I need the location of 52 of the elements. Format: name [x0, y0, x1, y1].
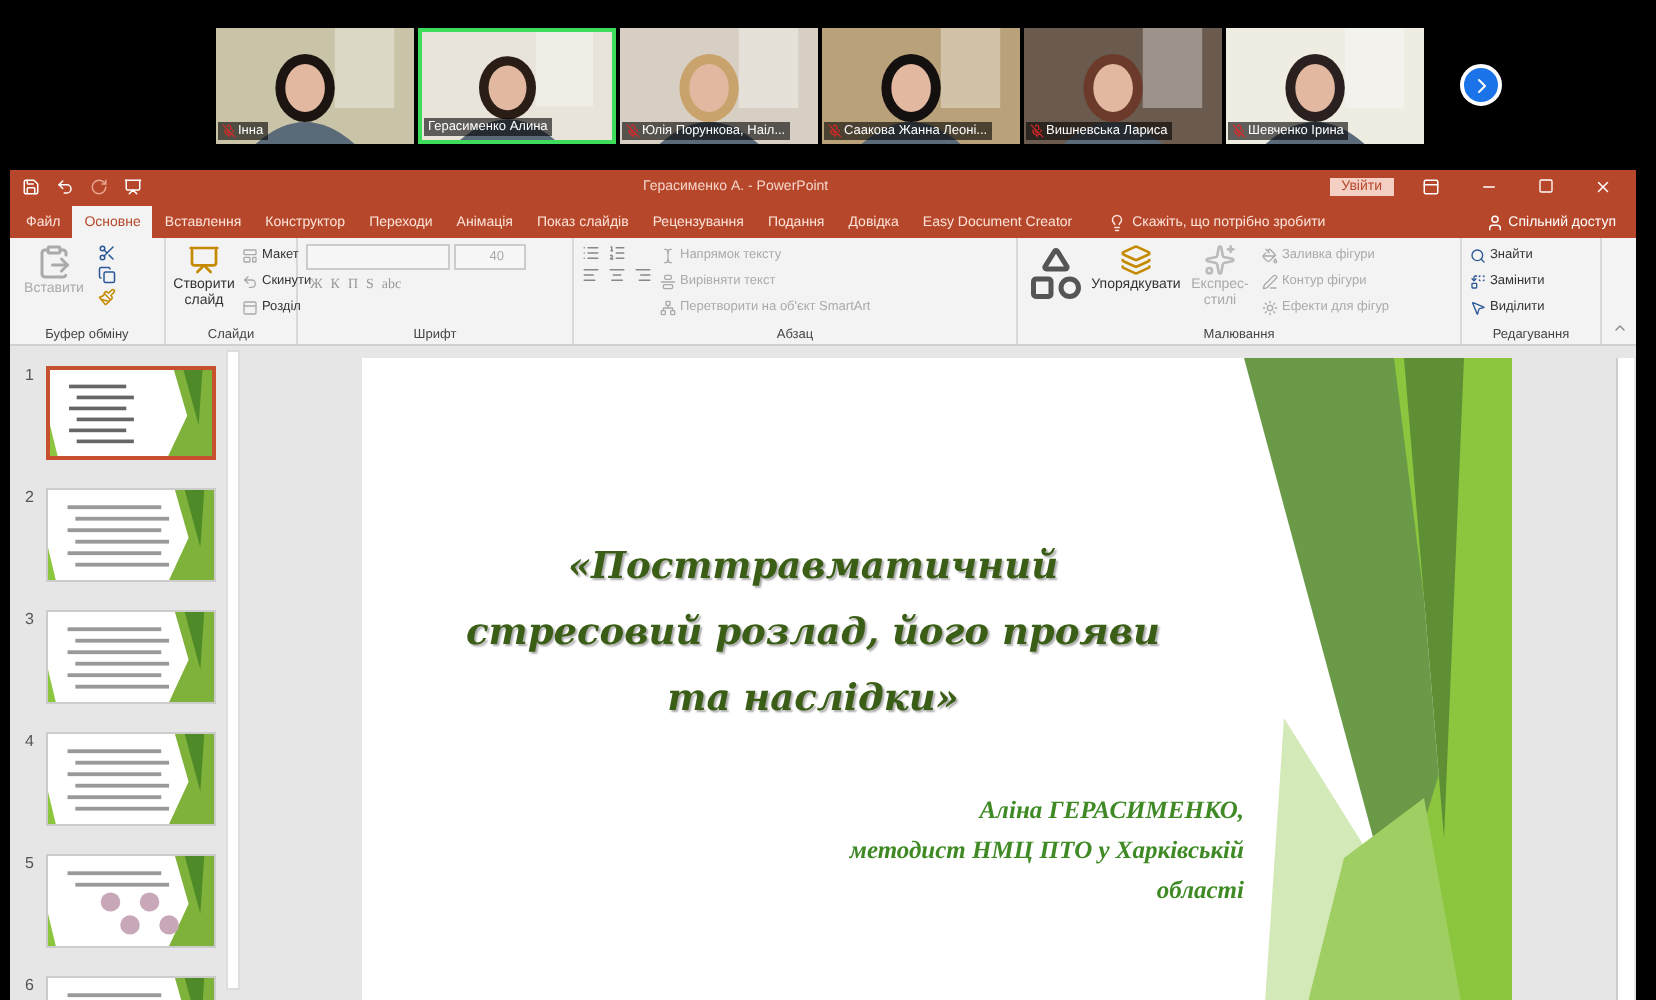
- quick-styles-icon: [1204, 244, 1236, 276]
- smartart-icon: [660, 299, 676, 315]
- slide-number: 1: [23, 366, 34, 384]
- pointer-icon: [1470, 299, 1486, 315]
- slide-number: 2: [23, 488, 34, 506]
- save-icon[interactable]: [22, 177, 40, 195]
- align-text-icon: [660, 273, 676, 289]
- slide-title: «Посттравматичний: [567, 544, 1059, 592]
- align-right-icon[interactable]: [634, 266, 652, 284]
- next-page-button[interactable]: [1460, 64, 1502, 106]
- pen-icon: [1262, 273, 1278, 289]
- slide-thumbnail[interactable]: [46, 488, 216, 582]
- author-text: методист НМЦ ПТО у Харківській: [849, 834, 1244, 866]
- slideshow-icon[interactable]: [124, 177, 142, 195]
- shapes-gallery-icon[interactable]: [1026, 244, 1086, 304]
- redo-icon[interactable]: [90, 177, 108, 195]
- reset-icon: [242, 273, 258, 289]
- author-text: Аліна ГЕРАСИМЕНКО,: [979, 794, 1244, 826]
- lightbulb-icon: [1108, 213, 1127, 231]
- replace-icon: [1470, 273, 1486, 289]
- font-name-field[interactable]: [306, 244, 450, 270]
- person-icon: [1486, 213, 1505, 231]
- slide-thumbnail[interactable]: [46, 610, 216, 704]
- layout-icon: [242, 247, 258, 263]
- align-center-icon[interactable]: [608, 266, 626, 284]
- search-icon: [1470, 247, 1486, 263]
- collapse-ribbon-icon[interactable]: [1612, 320, 1628, 336]
- slide-thumbnail[interactable]: [46, 732, 216, 826]
- numbering-icon[interactable]: [608, 244, 626, 262]
- slide-number: 3: [23, 610, 34, 628]
- undo-icon[interactable]: [56, 177, 74, 195]
- paste-icon: [36, 244, 72, 280]
- section-icon: [242, 299, 258, 315]
- scrollbar[interactable]: [226, 350, 240, 990]
- cut-icon[interactable]: [98, 244, 116, 262]
- slide-title: стресовий розлад, його прояви: [465, 610, 1161, 658]
- format-painter-icon[interactable]: [98, 288, 116, 306]
- bullets-icon[interactable]: [582, 244, 600, 262]
- slide-number: 4: [23, 732, 34, 750]
- arrange-icon: [1120, 244, 1152, 276]
- copy-icon[interactable]: [98, 266, 116, 284]
- slide-thumbnail[interactable]: [46, 854, 216, 948]
- scrollbar[interactable]: [1616, 358, 1634, 1000]
- new-slide-icon: [188, 244, 220, 276]
- fill-bucket-icon: [1262, 247, 1278, 263]
- slide-number: 5: [23, 854, 34, 872]
- slide-title: та наслідки»: [667, 676, 959, 724]
- slide-thumbnail[interactable]: [46, 366, 216, 460]
- align-left-icon[interactable]: [582, 266, 600, 284]
- slide-number: 6: [23, 976, 34, 994]
- author-text: області: [1156, 874, 1244, 906]
- effects-icon: [1262, 299, 1278, 315]
